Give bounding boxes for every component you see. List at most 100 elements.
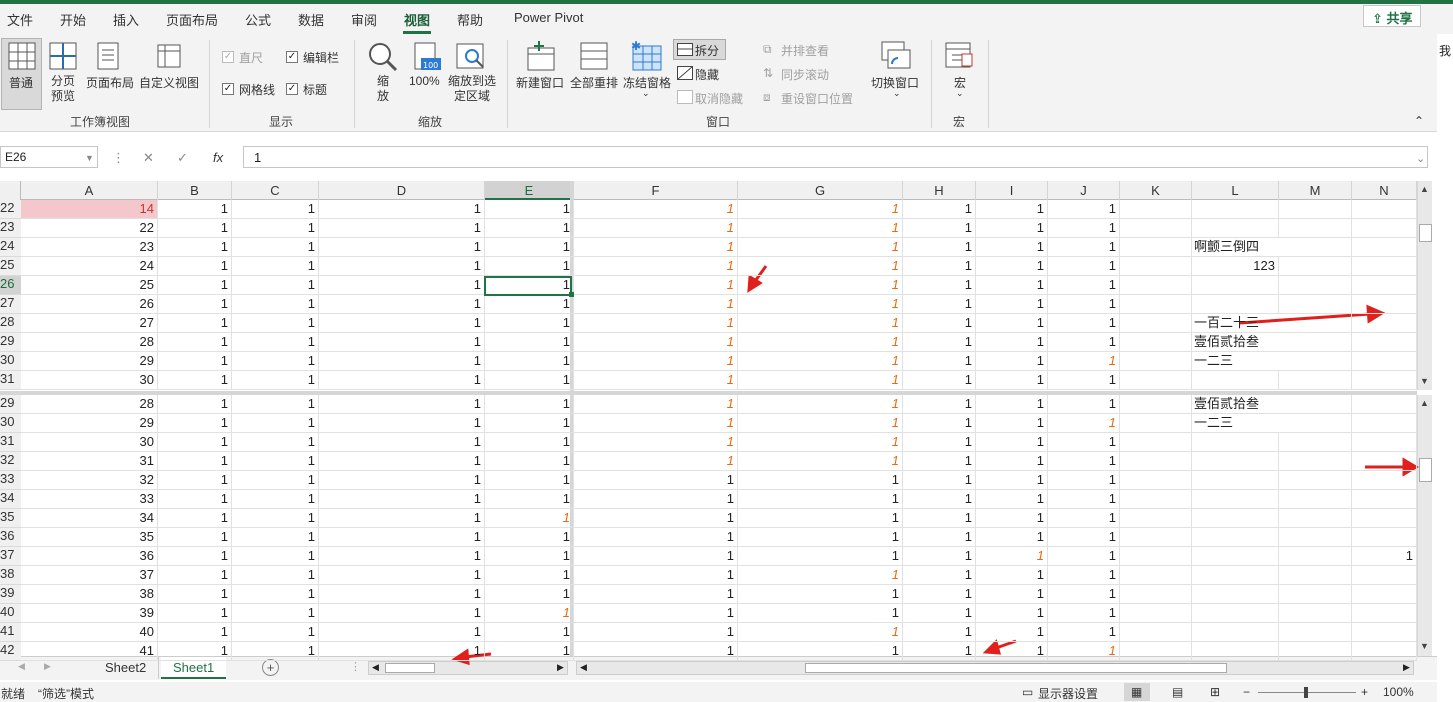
cell-d30[interactable]: 1 xyxy=(319,414,485,433)
cell-h31[interactable]: 1 xyxy=(903,433,976,452)
cell-a24[interactable]: 23 xyxy=(21,238,158,257)
cell-d29[interactable]: 1 xyxy=(319,333,485,352)
cell-f29[interactable]: 1 xyxy=(574,395,738,414)
cell-d33[interactable]: 1 xyxy=(319,471,485,490)
cell-i41[interactable]: 1 xyxy=(976,623,1048,642)
cell-m24[interactable] xyxy=(1279,238,1352,257)
scroll-thumb[interactable] xyxy=(1419,458,1432,482)
row-header-23[interactable]: 23 xyxy=(0,219,21,238)
formula-bar-checkbox[interactable]: ✓ xyxy=(286,51,298,63)
cell-a34[interactable]: 33 xyxy=(21,490,158,509)
cell-l40[interactable] xyxy=(1192,604,1279,623)
new-window-label[interactable]: 新建窗口 xyxy=(516,74,564,91)
row-header-26[interactable]: 26 xyxy=(0,276,21,295)
cell-n31[interactable] xyxy=(1352,433,1417,452)
cell-b28[interactable]: 1 xyxy=(158,314,232,333)
cell-g37[interactable]: 1 xyxy=(738,547,903,566)
cell-n39[interactable] xyxy=(1352,585,1417,604)
headings-checkbox[interactable]: ✓ xyxy=(286,83,298,95)
menu-file[interactable]: 文件 xyxy=(7,10,33,29)
menu-help[interactable]: 帮助 xyxy=(457,10,483,29)
cell-e26[interactable]: 1 xyxy=(485,276,574,295)
cell-h34[interactable]: 1 xyxy=(903,490,976,509)
cell-j29[interactable]: 1 xyxy=(1048,333,1120,352)
cell-c22[interactable]: 1 xyxy=(232,200,319,219)
cell-f39[interactable]: 1 xyxy=(574,585,738,604)
cell-l35[interactable] xyxy=(1192,509,1279,528)
cell-n26[interactable] xyxy=(1352,276,1417,295)
cell-m34[interactable] xyxy=(1279,490,1352,509)
cell-h30[interactable]: 1 xyxy=(903,352,976,371)
cell-l42[interactable] xyxy=(1192,642,1279,661)
page-break-status-icon[interactable]: ⊞ xyxy=(1210,685,1220,699)
cell-i30[interactable]: 1 xyxy=(976,352,1048,371)
cell-d41[interactable]: 1 xyxy=(319,623,485,642)
cell-j22[interactable]: 1 xyxy=(1048,200,1120,219)
cell-j31[interactable]: 1 xyxy=(1048,371,1120,390)
cell-e39[interactable]: 1 xyxy=(485,585,574,604)
cell-f29[interactable]: 1 xyxy=(574,333,738,352)
display-settings-label[interactable]: 显示器设置 xyxy=(1038,685,1098,702)
column-header-a[interactable]: A xyxy=(21,181,158,200)
cell-a37[interactable]: 36 xyxy=(21,547,158,566)
cell-m27[interactable] xyxy=(1279,295,1352,314)
cell-l31[interactable] xyxy=(1192,433,1279,452)
cell-e33[interactable]: 1 xyxy=(485,471,574,490)
cell-a35[interactable]: 34 xyxy=(21,509,158,528)
fill-handle[interactable] xyxy=(569,292,574,297)
cell-i33[interactable]: 1 xyxy=(976,471,1048,490)
cell-f38[interactable]: 1 xyxy=(574,566,738,585)
cell-l22[interactable] xyxy=(1192,200,1279,219)
zoom-100-icon[interactable]: 100 xyxy=(413,42,441,72)
cell-d37[interactable]: 1 xyxy=(319,547,485,566)
cell-f22[interactable]: 1 xyxy=(574,200,738,219)
cell-e23[interactable]: 1 xyxy=(485,219,574,238)
unhide-label[interactable]: 取消隐藏 xyxy=(695,90,743,107)
cell-n28[interactable] xyxy=(1352,314,1417,333)
cell-f31[interactable]: 1 xyxy=(574,371,738,390)
row-header-30[interactable]: 30 xyxy=(0,352,21,371)
cell-k30[interactable] xyxy=(1120,414,1192,433)
cell-b32[interactable]: 1 xyxy=(158,452,232,471)
cell-n29[interactable] xyxy=(1352,395,1417,414)
cell-m30[interactable] xyxy=(1279,414,1352,433)
cell-l32[interactable] xyxy=(1192,452,1279,471)
column-header-g[interactable]: G xyxy=(738,181,903,200)
cell-h39[interactable]: 1 xyxy=(903,585,976,604)
cell-i22[interactable]: 1 xyxy=(976,200,1048,219)
share-button[interactable]: ⇪ 共享 xyxy=(1363,5,1421,27)
row-header-29[interactable]: 29 xyxy=(0,395,21,414)
cell-b26[interactable]: 1 xyxy=(158,276,232,295)
cell-l25[interactable]: 123 xyxy=(1192,257,1279,276)
cell-c29[interactable]: 1 xyxy=(232,395,319,414)
cell-f28[interactable]: 1 xyxy=(574,314,738,333)
cell-d42[interactable]: 1 xyxy=(319,642,485,661)
page-break-label[interactable]: 分页预览 xyxy=(50,74,76,104)
cell-d30[interactable]: 1 xyxy=(319,352,485,371)
cell-d39[interactable]: 1 xyxy=(319,585,485,604)
cell-h35[interactable]: 1 xyxy=(903,509,976,528)
cell-a26[interactable]: 25 xyxy=(21,276,158,295)
cell-i24[interactable]: 1 xyxy=(976,238,1048,257)
cell-h32[interactable]: 1 xyxy=(903,452,976,471)
cell-f30[interactable]: 1 xyxy=(574,414,738,433)
cell-m39[interactable] xyxy=(1279,585,1352,604)
cell-m23[interactable] xyxy=(1279,219,1352,238)
cell-m22[interactable] xyxy=(1279,200,1352,219)
cell-a23[interactable]: 22 xyxy=(21,219,158,238)
cell-g28[interactable]: 1 xyxy=(738,314,903,333)
cell-e40[interactable]: 1 xyxy=(485,604,574,623)
cell-k32[interactable] xyxy=(1120,452,1192,471)
cell-k26[interactable] xyxy=(1120,276,1192,295)
page-layout-status-icon[interactable]: ▤ xyxy=(1172,685,1183,699)
cell-f35[interactable]: 1 xyxy=(574,509,738,528)
page-layout-label[interactable]: 页面布局 xyxy=(86,74,134,91)
cell-e32[interactable]: 1 xyxy=(485,452,574,471)
row-header-36[interactable]: 36 xyxy=(0,528,21,547)
cell-b40[interactable]: 1 xyxy=(158,604,232,623)
cancel-icon[interactable]: ✕ xyxy=(143,150,154,166)
cell-l36[interactable] xyxy=(1192,528,1279,547)
name-box-dropdown-icon[interactable]: ▼ xyxy=(85,153,94,163)
row-header-37[interactable]: 37 xyxy=(0,547,21,566)
cell-e37[interactable]: 1 xyxy=(485,547,574,566)
